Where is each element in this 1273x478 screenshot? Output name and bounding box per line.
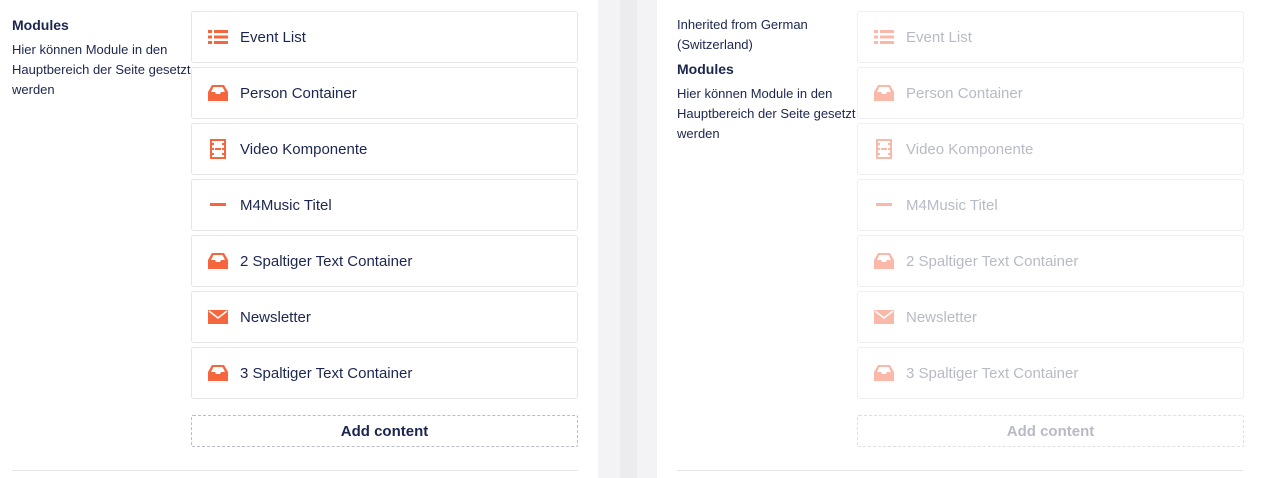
property-title: Modules	[677, 61, 734, 77]
block-3-spaltiger-text-container[interactable]: 3 Spaltiger Text Container	[191, 347, 578, 399]
inbox-icon	[208, 83, 228, 103]
block-newsletter[interactable]: Newsletter	[191, 291, 578, 343]
property-description: Hier können Module in den Hauptbereich d…	[677, 86, 856, 141]
divider	[12, 470, 578, 471]
inbox-icon	[208, 363, 228, 383]
block-m4music-titel: M4Music Titel	[857, 179, 1244, 231]
block-video-komponente: Video Komponente	[857, 123, 1244, 175]
block-label: Person Container	[240, 84, 357, 102]
property-info: Modules Hier können Module in den Hauptb…	[12, 15, 192, 100]
block-label: M4Music Titel	[240, 196, 332, 214]
block-label: M4Music Titel	[906, 196, 998, 214]
add-content-button: Add content	[857, 415, 1244, 447]
block-label: Event List	[906, 28, 972, 46]
block-label: Newsletter	[906, 308, 977, 326]
inbox-icon	[874, 251, 894, 271]
block-m4music-titel[interactable]: M4Music Titel	[191, 179, 578, 231]
right-panel-inherited: Inherited from German (Switzerland) Modu…	[657, 0, 1273, 478]
block-3-spaltiger-text-container: 3 Spaltiger Text Container	[857, 347, 1244, 399]
block-label: Person Container	[906, 84, 1023, 102]
block-label: Event List	[240, 28, 306, 46]
block-2-spaltiger-text-container: 2 Spaltiger Text Container	[857, 235, 1244, 287]
property-title: Modules	[12, 17, 69, 33]
block-newsletter: Newsletter	[857, 291, 1244, 343]
property-info: Inherited from German (Switzerland) Modu…	[677, 15, 857, 144]
block-event-list[interactable]: Event List	[191, 11, 578, 63]
block-label: Video Komponente	[240, 140, 368, 158]
inbox-icon	[208, 251, 228, 271]
minus-icon	[208, 195, 228, 215]
block-label: 2 Spaltiger Text Container	[906, 252, 1079, 270]
block-label: Video Komponente	[906, 140, 1034, 158]
block-event-list: Event List	[857, 11, 1244, 63]
block-label: 2 Spaltiger Text Container	[240, 252, 413, 270]
inbox-icon	[874, 363, 894, 383]
left-panel: Modules Hier können Module in den Hauptb…	[0, 0, 598, 478]
divider	[677, 470, 1243, 471]
list-icon	[208, 27, 228, 47]
envelope-icon	[874, 307, 894, 327]
envelope-icon	[208, 307, 228, 327]
block-2-spaltiger-text-container[interactable]: 2 Spaltiger Text Container	[191, 235, 578, 287]
block-list: Event List Person Container Video Kompon…	[191, 11, 578, 447]
block-label: Newsletter	[240, 308, 311, 326]
block-video-komponente[interactable]: Video Komponente	[191, 123, 578, 175]
film-icon	[208, 139, 228, 159]
property-description: Hier können Module in den Hauptbereich d…	[12, 42, 191, 97]
block-list: Event List Person Container Video Kompon…	[857, 11, 1244, 447]
block-person-container: Person Container	[857, 67, 1244, 119]
block-label: 3 Spaltiger Text Container	[906, 364, 1079, 382]
add-content-button[interactable]: Add content	[191, 415, 578, 447]
minus-icon	[874, 195, 894, 215]
panel-gutter	[598, 0, 657, 478]
block-person-container[interactable]: Person Container	[191, 67, 578, 119]
inbox-icon	[874, 83, 894, 103]
inherited-note: Inherited from German (Switzerland)	[677, 17, 808, 52]
film-icon	[874, 139, 894, 159]
list-icon	[874, 27, 894, 47]
block-label: 3 Spaltiger Text Container	[240, 364, 413, 382]
